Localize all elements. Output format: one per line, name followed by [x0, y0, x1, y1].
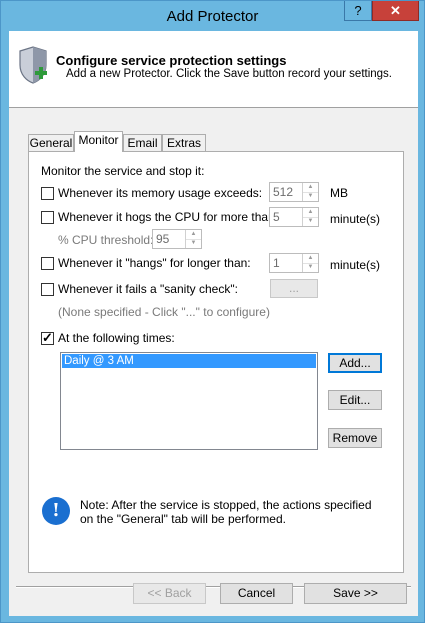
edit-schedule-button[interactable]: Edit... — [328, 390, 382, 410]
following-times-label: At the following times: — [58, 331, 175, 345]
memory-unit: MB — [330, 186, 348, 200]
memory-value: 512 — [273, 185, 294, 199]
spin-down-icon[interactable]: ▼ — [303, 217, 318, 226]
back-button[interactable]: << Back — [133, 583, 206, 604]
add-protector-window: Add Protector ? ✕ Configure service prot… — [0, 0, 425, 623]
cpu-threshold-label: % CPU threshold: — [58, 233, 154, 247]
monitor-tab-panel: Monitor the service and stop it: Wheneve… — [28, 151, 404, 573]
hangs-minutes-value: 1 — [273, 256, 280, 270]
hangs-unit: minute(s) — [330, 258, 381, 272]
tab-monitor[interactable]: Monitor — [74, 131, 123, 152]
spin-down-icon[interactable]: ▼ — [303, 263, 318, 272]
cpu-minutes-value: 5 — [273, 210, 280, 224]
monitor-intro-label: Monitor the service and stop it: — [41, 164, 205, 178]
tab-extras[interactable]: Extras — [162, 134, 206, 151]
cpu-unit: minute(s) — [330, 212, 381, 226]
dialog-body: Configure service protection settings Ad… — [9, 31, 418, 616]
hangs-minutes-stepper[interactable]: 1 ▲ ▼ — [269, 253, 319, 273]
sanity-check-checkbox[interactable] — [41, 283, 54, 296]
info-icon: ! — [42, 497, 70, 525]
schedule-list[interactable]: Daily @ 3 AM — [60, 352, 318, 450]
header-title: Configure service protection settings — [56, 53, 287, 68]
memory-label: Whenever its memory usage exceeds: — [58, 186, 263, 200]
hangs-checkbox[interactable] — [41, 257, 54, 270]
cpu-threshold-stepper[interactable]: 95 ▲ ▼ — [152, 229, 202, 249]
header-subtitle: Add a new Protector. Click the Save butt… — [66, 68, 393, 80]
sanity-configure-button[interactable]: ... — [270, 279, 318, 298]
spin-down-icon[interactable]: ▼ — [303, 192, 318, 201]
cpu-checkbox[interactable] — [41, 211, 54, 224]
cancel-button[interactable]: Cancel — [220, 583, 293, 604]
save-button[interactable]: Save >> — [304, 583, 407, 604]
cpu-label: Whenever it hogs the CPU for more than: — [58, 210, 279, 224]
spin-down-icon[interactable]: ▼ — [186, 239, 201, 248]
sanity-check-hint: (None specified - Click "..." to configu… — [58, 305, 270, 319]
tab-general[interactable]: General — [28, 134, 74, 151]
memory-checkbox[interactable] — [41, 187, 54, 200]
cpu-minutes-stepper[interactable]: 5 ▲ ▼ — [269, 207, 319, 227]
tab-email[interactable]: Email — [123, 134, 162, 151]
shield-add-icon — [19, 46, 47, 84]
close-button[interactable]: ✕ — [372, 1, 419, 21]
dialog-header: Configure service protection settings Ad… — [9, 31, 418, 108]
note-text: Note: After the service is stopped, the … — [80, 498, 372, 526]
sanity-check-label: Whenever it fails a "sanity check": — [58, 282, 238, 296]
memory-stepper[interactable]: 512 ▲ ▼ — [269, 182, 319, 202]
add-schedule-button[interactable]: Add... — [328, 353, 382, 373]
hangs-label: Whenever it "hangs" for longer than: — [58, 256, 251, 270]
list-item[interactable]: Daily @ 3 AM — [62, 354, 316, 368]
title-bar: Add Protector ? ✕ — [1, 1, 424, 31]
cpu-threshold-value: 95 — [156, 232, 170, 246]
help-button[interactable]: ? — [344, 1, 372, 21]
following-times-checkbox[interactable] — [41, 330, 54, 346]
remove-schedule-button[interactable]: Remove — [328, 428, 382, 448]
